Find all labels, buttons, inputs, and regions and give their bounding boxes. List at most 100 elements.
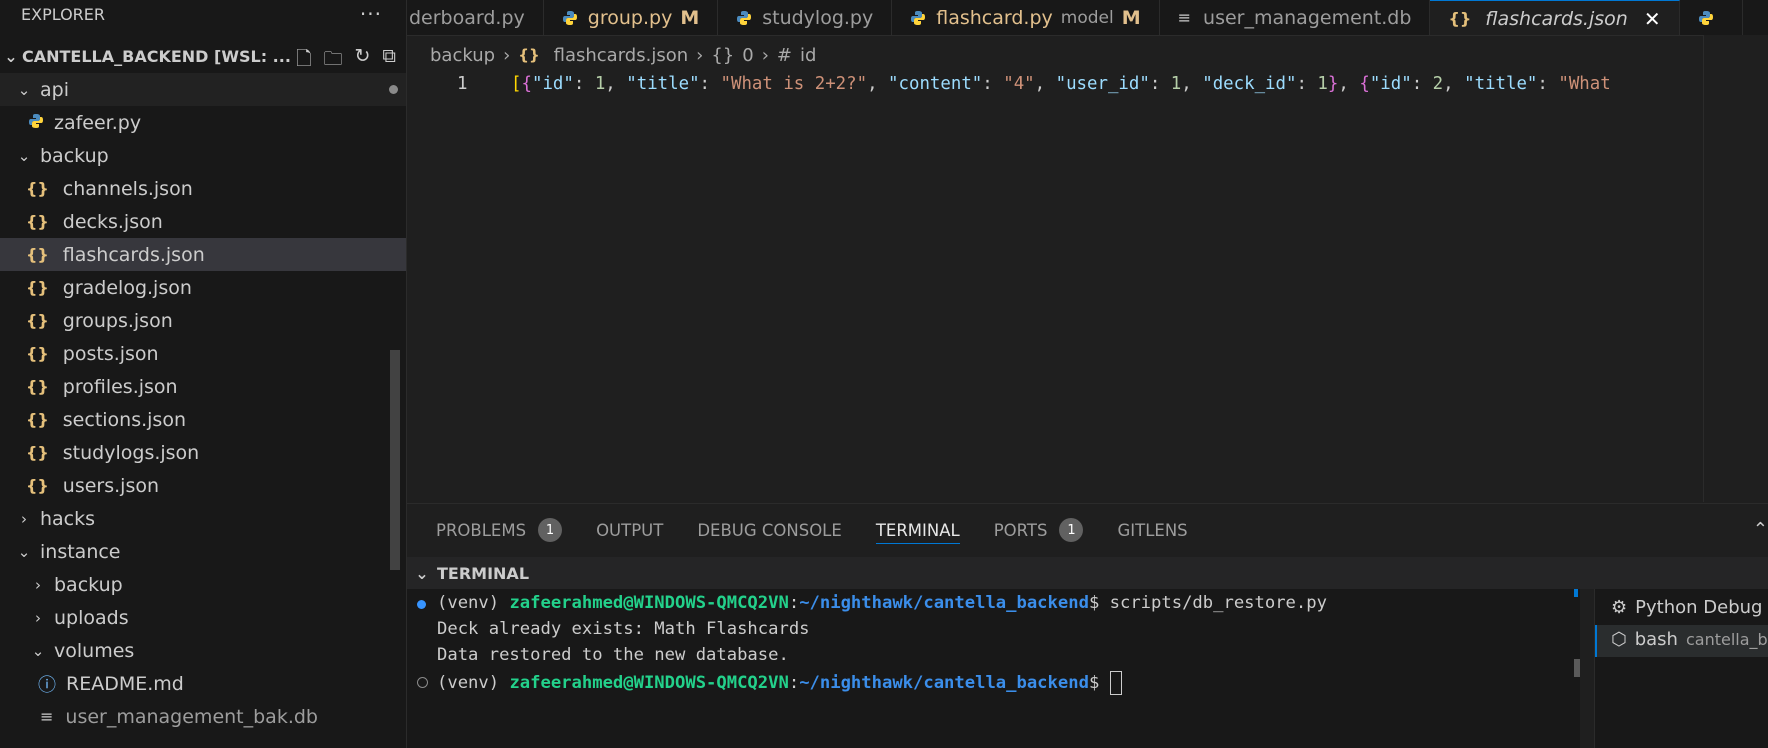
code-line: [{"id": 1, "title": "What is 2+2?", "con…: [511, 74, 1611, 94]
breadcrumb-key[interactable]: id: [800, 45, 816, 66]
explorer-title: EXPLORER: [21, 4, 105, 24]
chevron-right-icon: ›: [696, 44, 704, 66]
tree-item[interactable]: ⌄ backup: [0, 139, 406, 172]
tree-item-label: sections.json: [62, 408, 186, 431]
json-icon: {}: [26, 179, 49, 198]
tab-studylog[interactable]: studylog.py: [718, 0, 893, 35]
info-icon: ⓘ: [38, 674, 56, 696]
tab-user-management-db[interactable]: ≡ user_management.db: [1160, 0, 1431, 35]
tab-label: GITLENS: [1117, 520, 1188, 540]
tab-label: flashcards.json: [1485, 7, 1628, 30]
hash-icon: #: [776, 44, 792, 66]
terminal-list-sublabel: cantella_ba: [1685, 630, 1768, 649]
tab-ports[interactable]: PORTS 1: [994, 504, 1084, 556]
sidebar-scrollbar[interactable]: [390, 350, 400, 570]
tree-item[interactable]: › hacks: [0, 502, 406, 535]
tree-item[interactable]: ⓘ README.md: [0, 667, 406, 700]
terminal-list-item-bash[interactable]: ⬡ bash cantella_ba: [1611, 629, 1768, 650]
panel-tabs: PROBLEMS 1 OUTPUT DEBUG CONSOLE TERMINAL …: [407, 503, 1768, 556]
tab-label: TERMINAL: [875, 520, 960, 540]
explorer-header: EXPLORER ···: [0, 0, 406, 28]
tab-flashcard[interactable]: flashcard.py model M: [892, 0, 1160, 35]
terminal-header-label: TERMINAL: [437, 563, 530, 583]
chevron-right-icon: ›: [503, 44, 511, 66]
tree-item[interactable]: {} channels.json: [0, 172, 406, 205]
ports-count-badge: 1: [1059, 518, 1084, 542]
modified-badge: M: [1121, 6, 1141, 29]
tab-derboard[interactable]: derboard.py: [407, 0, 544, 35]
json-icon: {}: [1448, 9, 1472, 28]
tree-item-label: groups.json: [62, 309, 173, 332]
close-icon[interactable]: ✕: [1644, 7, 1661, 31]
tree-item[interactable]: {} gradelog.json: [0, 271, 406, 304]
tab-terminal[interactable]: TERMINAL: [875, 504, 960, 556]
tab-output[interactable]: OUTPUT: [596, 504, 663, 556]
maximize-panel-icon[interactable]: ⌃: [1753, 519, 1768, 540]
project-root[interactable]: ⌄ CANTELLA_BACKEND [WSL: ... 🗋 🗀 ↻ ⧉: [0, 42, 406, 70]
tree-item[interactable]: ⌄ instance: [0, 535, 406, 568]
chevron-down-icon: ⌄: [17, 542, 31, 561]
tab-group[interactable]: group.py M: [544, 0, 719, 35]
tree-item[interactable]: {} sections.json: [0, 403, 406, 436]
terminal-list-item-python-debug[interactable]: ⚙ Python Debug: [1611, 597, 1762, 618]
tree-item[interactable]: zafeer.py: [0, 106, 406, 139]
chevron-right-icon: ›: [761, 44, 769, 66]
tab-debug-console[interactable]: DEBUG CONSOLE: [697, 504, 842, 556]
tree-item-label: posts.json: [62, 342, 159, 365]
python-icon: [28, 112, 54, 134]
tree-item[interactable]: ⌄ volumes: [0, 634, 406, 667]
breadcrumb-index[interactable]: 0: [742, 45, 753, 66]
terminal-section-header[interactable]: ⌄ TERMINAL: [407, 557, 1768, 589]
breadcrumb-file[interactable]: flashcards.json: [554, 45, 689, 66]
object-icon: {}: [711, 44, 735, 66]
tree-item-label: backup: [54, 573, 123, 596]
tree-item[interactable]: {} users.json: [0, 469, 406, 502]
breadcrumb-folder[interactable]: backup: [430, 45, 495, 66]
file-lines-icon: ≡: [40, 707, 54, 726]
file-lines-icon: ≡: [1177, 8, 1192, 27]
tree-item[interactable]: ≡ user_management_bak.db: [0, 700, 406, 733]
tree-item-label: studylogs.json: [62, 441, 200, 464]
tree-item[interactable]: {} flashcards.json: [0, 238, 406, 271]
chevron-down-icon: ⌄: [17, 80, 31, 99]
minimap[interactable]: [1703, 35, 1768, 502]
chevron-down-icon: ⌄: [17, 146, 31, 165]
tree-item[interactable]: {} groups.json: [0, 304, 406, 337]
project-name: CANTELLA_BACKEND [WSL: ...: [22, 46, 291, 66]
tab-problems[interactable]: PROBLEMS 1: [436, 504, 563, 556]
terminal-line: (venv) zafeerahmed@WINDOWS-QMCQ2VN:~/nig…: [437, 593, 1327, 613]
tab-label: derboard.py: [409, 6, 525, 29]
json-icon: {}: [26, 212, 49, 231]
tree-item-label: profiles.json: [62, 375, 178, 398]
modified-dot: [389, 85, 398, 94]
tree-item-label: hacks: [40, 507, 96, 530]
chevron-right-icon: ›: [21, 509, 27, 528]
tab-label: PORTS: [993, 520, 1048, 540]
code-editor[interactable]: 1 [{"id": 1, "title": "What is 2+2?", "c…: [407, 70, 1703, 502]
json-icon: {}: [26, 410, 49, 429]
terminal-scrollbar[interactable]: [1574, 589, 1580, 748]
terminal-prompt: (venv) zafeerahmed@WINDOWS-QMCQ2VN:~/nig…: [437, 671, 1122, 695]
chevron-right-icon: ›: [35, 608, 41, 627]
chevron-down-icon: ⌄: [4, 46, 18, 66]
terminal-shell-icon: ⬡: [1611, 629, 1627, 650]
terminal[interactable]: (venv) zafeerahmed@WINDOWS-QMCQ2VN:~/nig…: [407, 589, 1577, 748]
tree-item[interactable]: {} posts.json: [0, 337, 406, 370]
json-icon: {}: [26, 344, 49, 363]
tree-item[interactable]: {} profiles.json: [0, 370, 406, 403]
chevron-down-icon: ⌄: [31, 641, 45, 660]
tab-overflow[interactable]: [1680, 0, 1743, 35]
tab-flashcards-json[interactable]: {} flashcards.json ✕: [1430, 0, 1680, 35]
tree-item[interactable]: › backup: [0, 568, 406, 601]
python-icon: [737, 10, 752, 25]
python-icon: [1698, 10, 1713, 25]
tab-gitlens[interactable]: GITLENS: [1117, 504, 1187, 556]
tree-item[interactable]: ⌄ api: [0, 73, 406, 106]
python-icon: [562, 10, 577, 25]
tree-item[interactable]: {} decks.json: [0, 205, 406, 238]
more-actions-icon[interactable]: ···: [360, 2, 382, 26]
tree-item[interactable]: › uploads: [0, 601, 406, 634]
tree-item[interactable]: {} studylogs.json: [0, 436, 406, 469]
tab-label: group.py: [587, 6, 673, 29]
tab-label: studylog.py: [762, 6, 874, 29]
